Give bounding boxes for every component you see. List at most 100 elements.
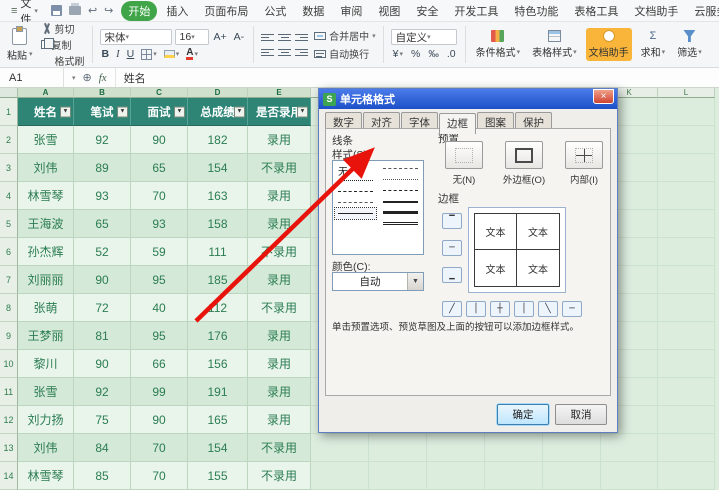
line-style-medium[interactable] bbox=[380, 196, 421, 207]
border-middle-button[interactable]: ─ bbox=[442, 240, 462, 256]
cell-B13[interactable]: 84 bbox=[74, 434, 131, 462]
empty-cell[interactable] bbox=[658, 98, 715, 126]
cell-E6[interactable]: 不录用 bbox=[248, 238, 311, 266]
menu-tab-公式[interactable]: 公式 bbox=[257, 1, 293, 21]
table-header-cell-C1[interactable]: 面试▼ bbox=[131, 98, 188, 126]
cell-A14[interactable]: 林雪琴 bbox=[18, 462, 74, 490]
cell-A8[interactable]: 张萌 bbox=[18, 294, 74, 322]
row-header-10[interactable]: 10 bbox=[0, 350, 18, 378]
table-header-cell-A1[interactable]: 姓名▼ bbox=[18, 98, 74, 126]
cell-A11[interactable]: 张雪 bbox=[18, 378, 74, 406]
filter-button[interactable]: 筛选▾ bbox=[674, 28, 705, 61]
cell-B9[interactable]: 81 bbox=[74, 322, 131, 350]
cell-E10[interactable]: 录用 bbox=[248, 350, 311, 378]
cell-D4[interactable]: 163 bbox=[188, 182, 248, 210]
permille-button[interactable]: ‰ bbox=[426, 48, 441, 60]
cell-E7[interactable]: 录用 bbox=[248, 266, 311, 294]
empty-cell[interactable] bbox=[427, 434, 485, 462]
line-style-dotted[interactable] bbox=[335, 175, 376, 186]
format-painter-button[interactable]: 格式刷 bbox=[41, 53, 85, 68]
row-header-14[interactable]: 14 bbox=[0, 462, 18, 490]
cell-C10[interactable]: 66 bbox=[131, 350, 188, 378]
line-style-thick[interactable] bbox=[380, 207, 421, 218]
cell-A10[interactable]: 黎川 bbox=[18, 350, 74, 378]
cell-D8[interactable]: 112 bbox=[188, 294, 248, 322]
align-top-icon[interactable] bbox=[261, 32, 274, 43]
menu-tab-文档助手[interactable]: 文档助手 bbox=[627, 1, 685, 21]
row-header-3[interactable]: 3 bbox=[0, 154, 18, 182]
row-header-8[interactable]: 8 bbox=[0, 294, 18, 322]
empty-cell[interactable] bbox=[658, 378, 715, 406]
merge-center-button[interactable]: 合并居中▾ bbox=[314, 28, 376, 43]
empty-cell[interactable] bbox=[658, 126, 715, 154]
dialog-title-bar[interactable]: S 单元格格式 × bbox=[319, 89, 617, 109]
cell-E3[interactable]: 不录用 bbox=[248, 154, 311, 182]
menu-tab-数据[interactable]: 数据 bbox=[295, 1, 331, 21]
empty-cell[interactable] bbox=[658, 210, 715, 238]
cell-D14[interactable]: 155 bbox=[188, 462, 248, 490]
cell-B4[interactable]: 93 bbox=[74, 182, 131, 210]
empty-cell[interactable] bbox=[658, 322, 715, 350]
empty-cell[interactable] bbox=[658, 406, 715, 434]
cell-E11[interactable]: 录用 bbox=[248, 378, 311, 406]
redo-icon[interactable]: ↪ bbox=[104, 4, 113, 17]
border-preview[interactable]: 文本 文本 文本 文本 bbox=[468, 207, 566, 293]
line-style-listbox[interactable]: 无 bbox=[332, 160, 424, 255]
save-icon[interactable] bbox=[51, 5, 62, 16]
empty-cell[interactable] bbox=[311, 462, 369, 490]
cell-C3[interactable]: 65 bbox=[131, 154, 188, 182]
color-select[interactable]: 自动 ▼ bbox=[332, 272, 424, 291]
table-style-button[interactable]: 表格样式▾ bbox=[529, 28, 580, 61]
cell-C5[interactable]: 93 bbox=[131, 210, 188, 238]
cell-D3[interactable]: 154 bbox=[188, 154, 248, 182]
col-header-E[interactable]: E bbox=[248, 88, 311, 98]
line-style-none[interactable]: 无 bbox=[335, 163, 376, 175]
line-style-dashed[interactable] bbox=[380, 185, 421, 196]
cell-D5[interactable]: 158 bbox=[188, 210, 248, 238]
menu-tab-开发工具[interactable]: 开发工具 bbox=[447, 1, 505, 21]
cell-A6[interactable]: 孙杰辉 bbox=[18, 238, 74, 266]
bold-button[interactable]: B bbox=[100, 48, 112, 60]
cell-C8[interactable]: 40 bbox=[131, 294, 188, 322]
cell-B10[interactable]: 90 bbox=[74, 350, 131, 378]
cell-E13[interactable]: 不录用 bbox=[248, 434, 311, 462]
copy-button[interactable]: 复制 bbox=[41, 37, 85, 52]
close-icon[interactable]: × bbox=[593, 89, 614, 104]
align-right-icon[interactable] bbox=[295, 47, 308, 58]
conditional-format-button[interactable]: 条件格式▾ bbox=[473, 28, 524, 61]
line-style-thin[interactable] bbox=[335, 208, 376, 219]
row-header-7[interactable]: 7 bbox=[0, 266, 18, 294]
name-box-dropdown-icon[interactable]: ▾ bbox=[72, 74, 76, 82]
table-header-cell-E1[interactable]: 是否录用▼ bbox=[248, 98, 311, 126]
cell-C2[interactable]: 90 bbox=[131, 126, 188, 154]
fx-icon[interactable]: fx bbox=[99, 72, 107, 84]
border-top-button[interactable]: ▔ bbox=[442, 213, 462, 229]
cell-A3[interactable]: 刘伟 bbox=[18, 154, 74, 182]
cell-E9[interactable]: 录用 bbox=[248, 322, 311, 350]
cell-B5[interactable]: 65 bbox=[74, 210, 131, 238]
border-right-button[interactable]: │ bbox=[514, 301, 534, 317]
cell-C6[interactable]: 59 bbox=[131, 238, 188, 266]
menu-tab-审阅[interactable]: 审阅 bbox=[333, 1, 369, 21]
empty-cell[interactable] bbox=[543, 462, 601, 490]
cell-E8[interactable]: 不录用 bbox=[248, 294, 311, 322]
cell-A13[interactable]: 刘伟 bbox=[18, 434, 74, 462]
align-center-icon[interactable] bbox=[278, 47, 291, 58]
menu-tab-视图[interactable]: 视图 bbox=[371, 1, 407, 21]
font-size-select[interactable]: 16▾ bbox=[175, 29, 209, 45]
empty-cell[interactable] bbox=[485, 434, 543, 462]
col-header-L[interactable]: L bbox=[658, 88, 715, 98]
row-header-2[interactable]: 2 bbox=[0, 126, 18, 154]
empty-cell[interactable] bbox=[543, 434, 601, 462]
currency-button[interactable]: ¥▾ bbox=[391, 48, 405, 60]
cut-button[interactable]: 剪切 bbox=[41, 21, 85, 36]
cell-B7[interactable]: 90 bbox=[74, 266, 131, 294]
row-header-12[interactable]: 12 bbox=[0, 406, 18, 434]
empty-cell[interactable] bbox=[658, 462, 715, 490]
preset-button-内部(I)[interactable]: 内部(I) bbox=[558, 141, 610, 186]
menu-tab-开始[interactable]: 开始 bbox=[121, 1, 157, 21]
wrap-text-button[interactable]: 自动换行 bbox=[314, 46, 376, 61]
filter-dropdown-icon[interactable]: ▼ bbox=[117, 106, 128, 117]
preset-button-无(N)[interactable]: 无(N) bbox=[438, 141, 490, 186]
empty-cell[interactable] bbox=[658, 154, 715, 182]
